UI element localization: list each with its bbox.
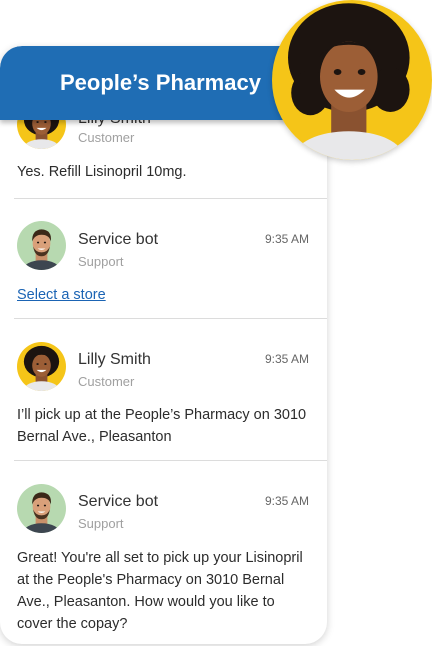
message-text: Great! You're all set to pick up your Li… [17,550,303,632]
message-text: I’ll pick up at the People’s Pharmacy on… [17,407,307,445]
message-divider [14,318,327,319]
customer-avatar [17,342,66,391]
message-divider [14,460,327,461]
sender-role: Customer [78,374,135,389]
message-time: 9:35 AM [264,352,309,366]
sender-name: Service bot [78,231,159,248]
sender-name: Lilly Smith [78,351,151,368]
select-store-link[interactable]: Select a store [17,287,106,303]
pharmacy-title: People’s Pharmacy [60,70,261,95]
bot-avatar [17,221,66,270]
bot-avatar [17,484,66,533]
message-text: Yes. Refill Lisinopril 10mg. [17,164,187,180]
sender-role: Customer [78,130,135,145]
message-time: 9:35 AM [264,232,309,246]
customer-profile-avatar [272,0,432,160]
chat-panel: Lilly Smith Customer Yes. Refill Lisinop… [0,46,327,644]
sender-name: Service bot [78,493,159,510]
message-feed[interactable]: Lilly Smith Customer Yes. Refill Lisinop… [0,46,327,644]
message-time: 9:35 AM [264,494,309,508]
message-divider [14,198,327,199]
sender-role: Support [78,516,124,531]
sender-role: Support [78,254,124,269]
